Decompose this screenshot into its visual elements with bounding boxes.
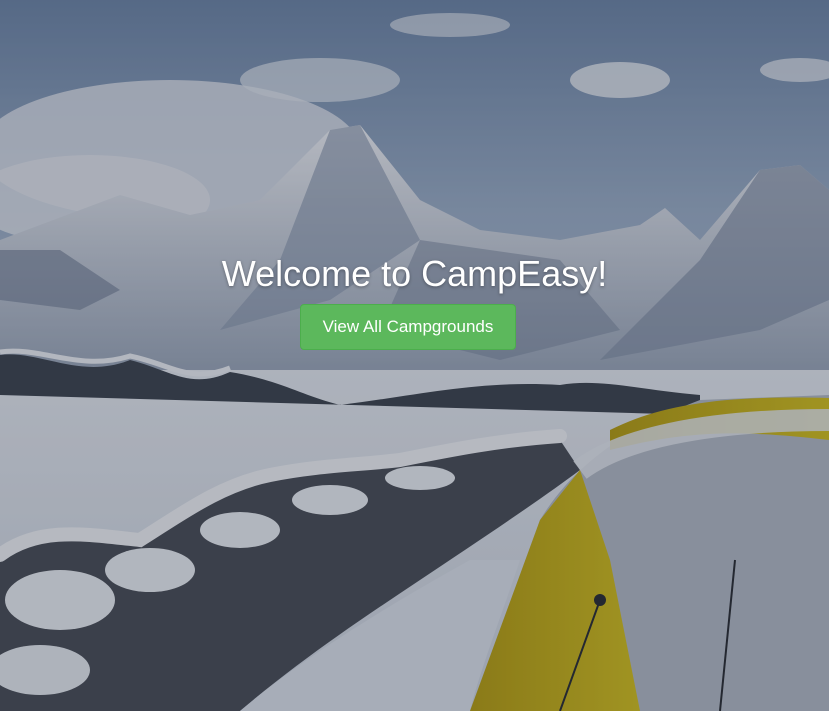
- hero-heading: Welcome to CampEasy!: [221, 253, 608, 294]
- hero-section: Welcome to CampEasy! View All Campground…: [0, 0, 829, 711]
- hero-overlay: [0, 0, 829, 711]
- view-all-campgrounds-button[interactable]: View All Campgrounds: [300, 304, 516, 350]
